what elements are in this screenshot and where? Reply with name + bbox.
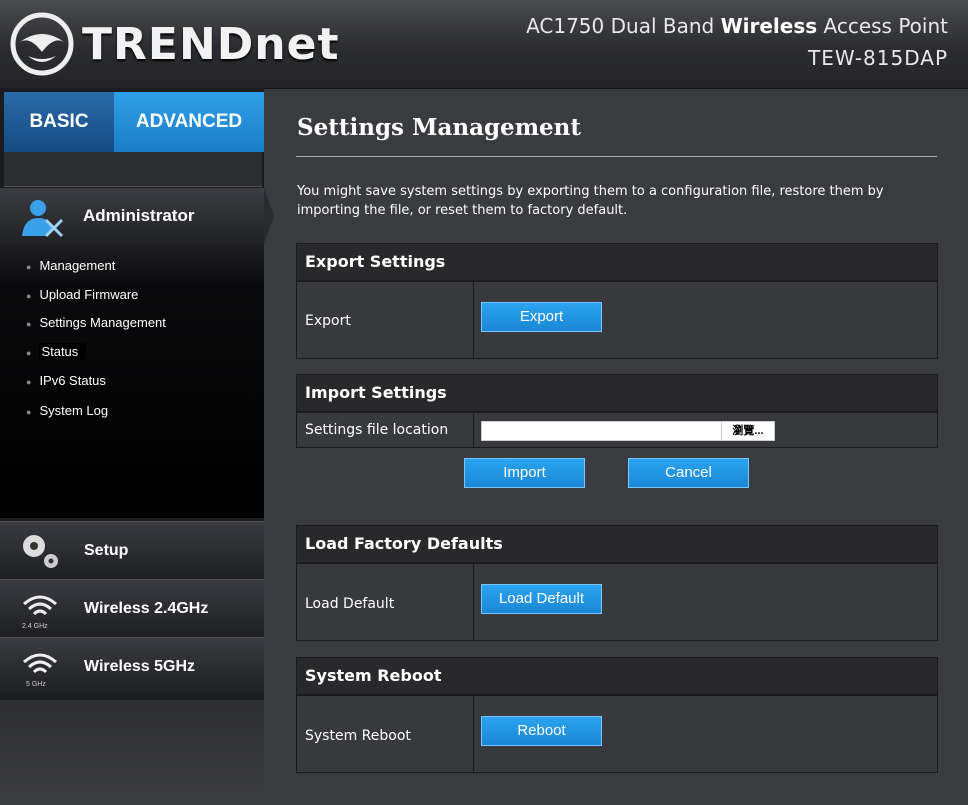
sidebar-item-setup[interactable]: Setup xyxy=(0,521,264,578)
menu-item-system-log[interactable]: ● System Log xyxy=(26,403,108,418)
wifi-icon: 2.4 GHz xyxy=(22,595,57,630)
mode-tabs: BASIC ADVANCED xyxy=(4,92,264,152)
menu-item-management[interactable]: ● Management xyxy=(26,258,115,273)
sidebar-item-wireless-24ghz[interactable]: 2.4 GHz Wireless 2.4GHz xyxy=(0,579,264,636)
menu-item-label: Settings Management xyxy=(39,315,166,330)
load-default-button[interactable]: Load Default xyxy=(481,584,602,614)
product-line-bold: Wireless xyxy=(720,14,818,38)
bullet-icon: ● xyxy=(26,407,32,417)
cancel-button[interactable]: Cancel xyxy=(628,458,749,488)
bullet-icon: ● xyxy=(26,291,32,301)
column-divider xyxy=(473,564,474,641)
model-number: TEW-815DAP xyxy=(808,46,948,70)
wifi-icon: 5 GHz xyxy=(23,653,57,688)
administrator-section: Administrator ● Management ● Upload Firmwa… xyxy=(0,188,274,518)
import-settings-panel: Import Settings Settings file location 瀏… xyxy=(296,374,938,448)
sidebar-item-label: Wireless 5GHz xyxy=(84,658,196,675)
tab-advanced[interactable]: ADVANCED xyxy=(114,92,264,152)
sidebar: BASIC ADVANCED Administrator ● Management… xyxy=(0,88,274,805)
product-line-suffix: Access Point xyxy=(817,14,949,38)
export-label: Export xyxy=(305,313,351,329)
panel-heading: System Reboot xyxy=(297,658,937,695)
bullet-icon: ● xyxy=(26,377,32,387)
page-description: You might save system settings by export… xyxy=(297,184,884,218)
column-divider xyxy=(473,696,474,773)
reboot-row: System Reboot Reboot xyxy=(297,695,937,773)
sidebar-item-label: Setup xyxy=(84,542,129,559)
title-divider xyxy=(296,156,937,157)
panel-heading: Load Factory Defaults xyxy=(297,526,937,563)
product-line-prefix: AC1750 Dual Band xyxy=(526,14,721,38)
tab-spacer xyxy=(4,152,262,187)
export-settings-panel: Export Settings Export Export xyxy=(296,243,938,359)
browse-button[interactable]: 瀏覽... xyxy=(721,421,775,441)
menu-item-status[interactable]: ● Status xyxy=(26,343,87,360)
system-reboot-panel: System Reboot System Reboot Reboot xyxy=(296,657,938,773)
panel-heading: Export Settings xyxy=(297,244,937,281)
menu-item-label: System Log xyxy=(39,403,109,418)
sidebar-item-label: Wireless 2.4GHz xyxy=(84,600,209,617)
svg-text:5 GHz: 5 GHz xyxy=(26,681,46,688)
menu-item-label: IPv6 Status xyxy=(39,373,106,388)
main-content: Settings Management You might save syste… xyxy=(276,88,968,805)
administrator-header[interactable]: Administrator xyxy=(0,188,274,244)
column-divider xyxy=(473,282,474,359)
menu-item-label: Upload Firmware xyxy=(39,287,139,302)
settings-file-input[interactable] xyxy=(481,421,723,441)
reboot-button[interactable]: Reboot xyxy=(481,716,602,746)
column-divider xyxy=(473,413,474,448)
menu-item-upload-firmware[interactable]: ● Upload Firmware xyxy=(26,287,138,302)
page-title: Settings Management xyxy=(297,114,582,141)
load-default-label: Load Default xyxy=(305,596,395,612)
sidebar-item-wireless-5ghz[interactable]: 5 GHz Wireless 5GHz xyxy=(0,637,264,694)
panel-heading: Import Settings xyxy=(297,375,937,412)
header: TRENDnet AC1750 Dual Band Wireless Acces… xyxy=(0,0,968,89)
administrator-title: Administrator xyxy=(83,206,195,225)
export-row: Export Export xyxy=(297,281,937,359)
import-button[interactable]: Import xyxy=(464,458,585,488)
reboot-label: System Reboot xyxy=(305,728,411,744)
menu-item-label: Management xyxy=(39,258,116,273)
administrator-icon xyxy=(22,200,64,238)
trendnet-logo-icon xyxy=(10,12,74,76)
export-button[interactable]: Export xyxy=(481,302,602,332)
bullet-icon: ● xyxy=(26,262,32,272)
sidebar-footer xyxy=(0,700,264,805)
brand-name: TRENDnet xyxy=(82,18,340,70)
svg-text:2.4 GHz: 2.4 GHz xyxy=(22,623,48,630)
bullet-icon: ● xyxy=(26,319,32,329)
menu-item-ipv6-status[interactable]: ● IPv6 Status xyxy=(26,373,106,388)
load-default-row: Load Default Load Default xyxy=(297,563,937,641)
import-row: Settings file location 瀏覽... xyxy=(297,412,937,448)
menu-item-label: Status xyxy=(39,343,87,360)
product-line: AC1750 Dual Band Wireless Access Point xyxy=(526,14,948,38)
settings-file-label: Settings file location xyxy=(305,422,449,438)
brand-logo: TRENDnet xyxy=(10,12,340,76)
bullet-icon: ● xyxy=(26,348,32,358)
factory-defaults-panel: Load Factory Defaults Load Default Load … xyxy=(296,525,938,641)
gears-icon xyxy=(23,535,58,568)
tab-basic[interactable]: BASIC xyxy=(4,92,114,152)
menu-item-settings-management[interactable]: ● Settings Management xyxy=(26,315,166,330)
section-pointer xyxy=(264,188,274,244)
